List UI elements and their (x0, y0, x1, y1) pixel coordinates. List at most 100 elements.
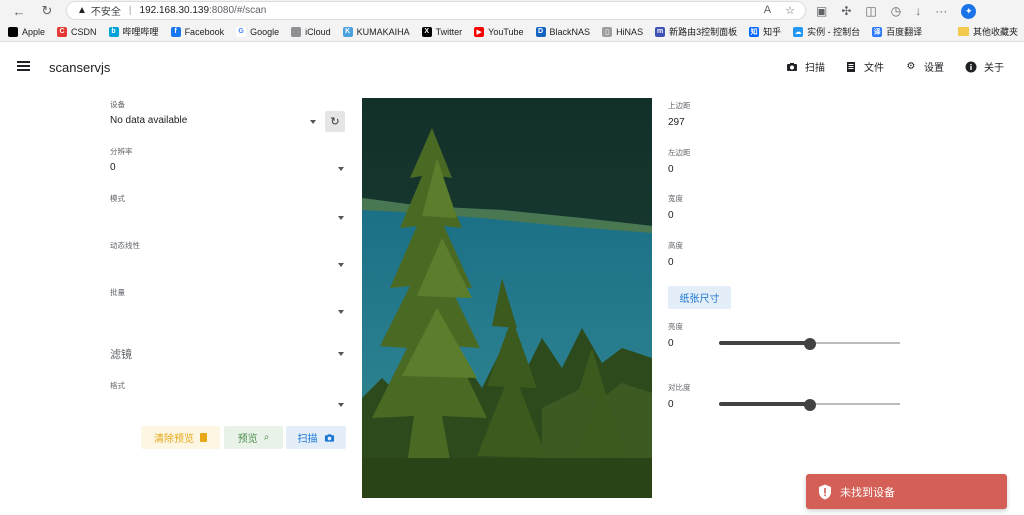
bookmark-item[interactable]: Apple (8, 26, 45, 37)
bookmark-label: 哔哩哔哩 (122, 27, 159, 37)
address-bar[interactable]: ▲ 不安全 | 192.168.30.139 :8080/#/scan A ☆ (66, 1, 806, 20)
bookmark-label: KUMAKAIHA (356, 26, 410, 37)
read-aloud-icon[interactable]: A (764, 4, 771, 17)
nav-scan[interactable]: 扫描 (786, 59, 825, 74)
more-icon[interactable]: ··· (935, 4, 947, 18)
resolution-label: 分辨率 (110, 147, 133, 156)
chevron-down-icon (338, 216, 344, 220)
scan-preview-image[interactable] (362, 98, 652, 498)
format-label: 格式 (110, 381, 125, 390)
bookmark-label: Facebook (184, 26, 225, 37)
dynamic-lineart-value (110, 256, 344, 269)
bookmark-favicon-icon: ▯ (602, 26, 613, 37)
bookmark-item[interactable]: f Facebook (170, 26, 225, 37)
reload-icon[interactable]: ↻ (36, 0, 58, 22)
shield-alert-icon (819, 484, 831, 499)
bookmark-item[interactable]: X Twitter (421, 26, 463, 37)
bookmark-favicon-icon: f (170, 26, 181, 37)
top-margin-field[interactable]: 上边距 297 (668, 100, 728, 128)
bookmark-item[interactable]: ▶ YouTube (474, 26, 524, 37)
slider-thumb[interactable] (803, 338, 816, 350)
chevron-down-icon (338, 403, 344, 407)
nav-scan-label: 扫描 (805, 63, 825, 74)
preview-button[interactable]: 预览 ⌕ (224, 426, 283, 449)
batch-select[interactable]: 批量 (110, 287, 344, 316)
chevron-down-icon (338, 310, 344, 314)
brightness-slider[interactable] (719, 338, 900, 350)
nav-files[interactable]: 文件 (845, 59, 884, 74)
bookmark-item[interactable]: ▯ HiNAS (602, 26, 643, 37)
top-margin-value: 297 (668, 117, 685, 128)
bookmark-label: Twitter (435, 26, 463, 37)
resolution-select[interactable]: 分辨率 0 (110, 146, 344, 175)
split-screen-icon[interactable]: ◫ (865, 4, 876, 18)
back-icon[interactable]: ← (8, 0, 30, 22)
warning-icon: ▲ (77, 5, 87, 16)
info-icon (965, 61, 977, 72)
extensions-icon[interactable]: ✣ (841, 4, 851, 18)
tabs-icon[interactable]: ▣ (816, 4, 827, 18)
files-icon (847, 61, 855, 72)
favorite-star-icon[interactable]: ☆ (785, 4, 795, 17)
chevron-down-icon (338, 167, 344, 171)
bookmark-item[interactable]: 译百度翻译 (872, 25, 922, 38)
bookmark-label: YouTube (488, 26, 524, 37)
scan-button[interactable]: 扫描 (286, 426, 346, 449)
bookmark-item[interactable]: G Google (236, 26, 279, 37)
paper-size-button[interactable]: 纸张尺寸 (668, 286, 731, 309)
bookmark-item[interactable]: K KUMAKAIHA (342, 26, 410, 37)
bookmark-item[interactable]: 知知乎 (749, 25, 781, 38)
download-icon[interactable]: ↓ (915, 4, 921, 18)
other-bookmarks-folder[interactable]: 其他收藏夹 (957, 25, 1018, 38)
copilot-icon[interactable]: ✦ (961, 3, 977, 19)
nav-files-label: 文件 (864, 63, 884, 74)
bookmark-item[interactable]: b 哔哩哔哩 (108, 25, 159, 38)
device-label: 设备 (110, 100, 125, 109)
menu-icon[interactable] (17, 61, 30, 71)
height-value: 0 (668, 257, 674, 268)
refresh-devices-button[interactable]: ↻ (325, 111, 345, 132)
bookmark-item[interactable]: D BlackNAS (535, 26, 590, 37)
format-value (110, 396, 344, 409)
bookmark-favicon-icon: G (236, 26, 247, 37)
contrast-label: 对比度 (668, 383, 691, 392)
url-path: :8080/#/scan (209, 5, 267, 16)
left-margin-field[interactable]: 左边距 0 (668, 147, 728, 175)
history-icon[interactable]: ◷ (891, 4, 901, 18)
height-field[interactable]: 高度 0 (668, 240, 728, 268)
width-field[interactable]: 宽度 0 (668, 193, 728, 221)
height-label: 高度 (668, 241, 683, 250)
brightness-label: 亮度 (668, 322, 683, 331)
bookmark-label: 知乎 (763, 27, 782, 37)
nav-settings-label: 设置 (924, 63, 944, 74)
chevron-down-icon (338, 263, 344, 267)
bookmark-favicon-icon (8, 26, 18, 37)
format-select[interactable]: 格式 (110, 380, 344, 409)
nav-about-label: 关于 (984, 63, 1004, 74)
bookmark-favicon-icon: ▶ (474, 26, 485, 37)
nav-about[interactable]: 关于 (965, 59, 1004, 74)
batch-label: 批量 (110, 288, 125, 297)
filters-select[interactable]: 滤镜 (110, 346, 344, 361)
bookmark-item[interactable]: ☁ 实例 - 控制台 (793, 25, 860, 38)
contrast-slider[interactable] (719, 399, 900, 411)
bookmark-favicon-icon: b (108, 26, 119, 37)
bookmark-label: iCloud (305, 26, 331, 37)
slider-thumb[interactable] (803, 399, 816, 411)
device-select[interactable]: 设备 No data available (110, 99, 316, 128)
mode-select[interactable]: 模式 (110, 193, 344, 222)
app-title: scanservjs (49, 60, 111, 75)
error-toast[interactable]: 未找到设备 (806, 474, 1007, 509)
bookmark-item[interactable]: m 新路由3控制面板 (655, 25, 737, 38)
clear-preview-button[interactable]: 清除预览 (141, 426, 220, 449)
bookmark-item[interactable]: iCloud (291, 26, 331, 37)
bookmark-favicon-icon (291, 26, 302, 37)
filters-label: 滤镜 (110, 349, 132, 361)
nav-settings[interactable]: ⚙ 设置 (905, 59, 944, 74)
dynamic-lineart-select[interactable]: 动态线性 (110, 240, 344, 269)
insecure-label: 不安全 (90, 7, 121, 18)
bookmark-favicon-icon: K (342, 26, 353, 37)
bookmark-item[interactable]: C CSDN (57, 26, 97, 37)
address-separator: | (128, 5, 132, 16)
mode-label: 模式 (110, 194, 125, 203)
